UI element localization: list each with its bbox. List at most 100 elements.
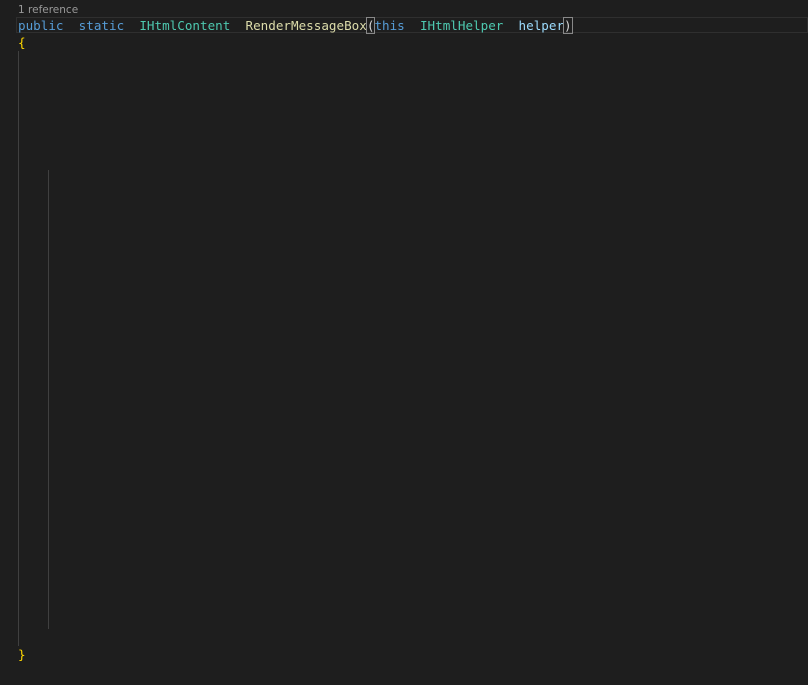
code-line[interactable]: { (0, 34, 808, 51)
indent-guide (18, 544, 19, 561)
code-line[interactable] (0, 595, 808, 612)
code-line[interactable] (0, 204, 808, 221)
indent-guide (48, 578, 50, 595)
code-line[interactable] (0, 510, 808, 527)
indent-guide (48, 561, 50, 578)
code-line[interactable] (0, 85, 808, 102)
code-token: IHtmlContent (139, 18, 231, 33)
code-line[interactable] (0, 629, 808, 646)
indent-guide (18, 85, 19, 102)
indent-guide (18, 238, 19, 255)
indent-guide (48, 289, 50, 306)
code-line[interactable] (0, 170, 808, 187)
code-line[interactable] (0, 68, 808, 85)
code-line[interactable] (0, 408, 808, 425)
indent-guide (48, 238, 50, 255)
code-line[interactable] (0, 527, 808, 544)
code-line[interactable] (0, 238, 808, 255)
code-line[interactable] (0, 425, 808, 442)
indent-guide (18, 340, 19, 357)
indent-guide (48, 527, 50, 544)
code-line[interactable] (0, 289, 808, 306)
code-line[interactable] (0, 272, 808, 289)
indent-guide (48, 544, 50, 561)
indent-guide (18, 578, 19, 595)
code-line[interactable] (0, 561, 808, 578)
code-line[interactable] (0, 136, 808, 153)
code-line[interactable]: public static IHtmlContent RenderMessage… (0, 17, 808, 34)
code-line[interactable] (0, 306, 808, 323)
indent-guide (48, 510, 50, 527)
indent-guide (18, 374, 19, 391)
indent-guide (18, 408, 19, 425)
indent-guide (18, 68, 19, 85)
code-token: public (18, 18, 64, 33)
indent-guide (48, 187, 50, 204)
indent-guide (18, 595, 19, 612)
indent-guide (18, 170, 19, 187)
code-line[interactable] (0, 323, 808, 340)
code-token: { (18, 35, 26, 50)
indent-guide (48, 595, 50, 612)
code-line[interactable] (0, 442, 808, 459)
code-line[interactable] (0, 221, 808, 238)
code-line[interactable] (0, 153, 808, 170)
indent-guide (48, 612, 50, 629)
code-editor[interactable]: 1 reference public static IHtmlContent R… (0, 0, 808, 685)
indent-guide (18, 459, 19, 476)
indent-guide (48, 272, 50, 289)
code-token: RenderMessageBox (245, 18, 367, 33)
code-line[interactable] (0, 612, 808, 629)
indent-guide (18, 102, 19, 119)
code-token: this (374, 18, 405, 33)
indent-guide (48, 391, 50, 408)
indent-guide (48, 255, 50, 272)
indent-guide (48, 374, 50, 391)
code-line[interactable] (0, 340, 808, 357)
indent-guide (18, 629, 19, 646)
code-line[interactable] (0, 544, 808, 561)
indent-guide (48, 459, 50, 476)
code-token: helper (518, 18, 565, 33)
indent-guide (18, 476, 19, 493)
indent-guide (18, 527, 19, 544)
code-line[interactable] (0, 578, 808, 595)
code-line[interactable] (0, 102, 808, 119)
indent-guide (18, 612, 19, 629)
indent-guide (48, 442, 50, 459)
code-line[interactable] (0, 374, 808, 391)
code-line[interactable] (0, 493, 808, 510)
indent-guide (18, 204, 19, 221)
indent-guide (18, 119, 19, 136)
code-line-text: } (18, 646, 26, 663)
code-token: IHtmlHelper (419, 18, 504, 33)
indent-guide (18, 51, 19, 68)
indent-guide (18, 136, 19, 153)
code-line[interactable] (0, 119, 808, 136)
code-token: static (78, 18, 125, 33)
code-line[interactable] (0, 476, 808, 493)
code-line[interactable] (0, 357, 808, 374)
code-line[interactable] (0, 51, 808, 68)
code-line[interactable]: } (0, 646, 808, 663)
code-line[interactable] (0, 391, 808, 408)
indent-guide (48, 221, 50, 238)
code-line[interactable] (0, 459, 808, 476)
code-area[interactable]: public static IHtmlContent RenderMessage… (0, 17, 808, 663)
code-line[interactable] (0, 255, 808, 272)
indent-guide (18, 221, 19, 238)
code-line-text: public static IHtmlContent RenderMessage… (18, 17, 573, 34)
codelens-references[interactable]: 1 reference (18, 3, 78, 17)
indent-guide (48, 357, 50, 374)
indent-guide (18, 561, 19, 578)
indent-guide (48, 425, 50, 442)
indent-guide (48, 493, 50, 510)
indent-guide (18, 153, 19, 170)
code-line[interactable] (0, 187, 808, 204)
code-token: } (18, 647, 26, 662)
indent-guide (48, 340, 50, 357)
